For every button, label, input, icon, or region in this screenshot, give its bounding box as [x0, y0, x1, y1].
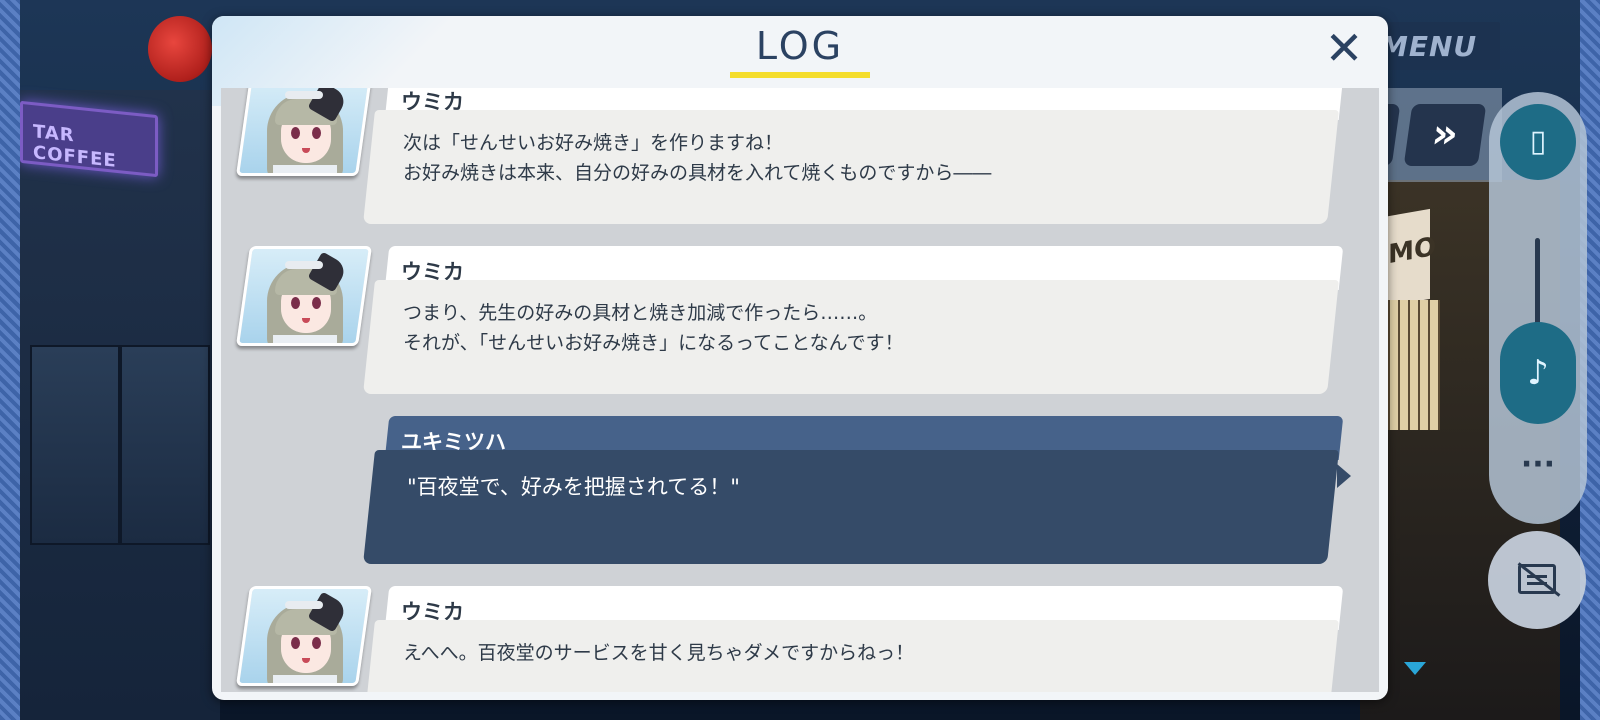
log-entry: ウミカ えへへ。百夜堂のサービスを甘く見ちゃダメですからねっ！ — [221, 586, 1379, 692]
choice-pointer-icon — [1337, 464, 1351, 488]
background-lantern — [148, 16, 212, 82]
close-x-icon: ✕ — [1324, 21, 1364, 75]
triangle-down-icon — [1404, 662, 1426, 675]
fast-forward-button[interactable]: » — [1403, 104, 1487, 166]
more-dots-icon: ··· — [1520, 447, 1556, 482]
speaker-avatar — [235, 246, 373, 346]
background-window — [30, 345, 120, 545]
log-entry: ウミカ 次は「せんせいお好み焼き」を作りますね！ お好み焼きは本来、自分の好みの… — [221, 88, 1379, 236]
music-button[interactable]: ♪ — [1500, 322, 1576, 424]
menu-label: MENU — [1380, 30, 1478, 63]
message-box — [363, 450, 1339, 564]
log-scroll-area[interactable]: ウミカ 次は「せんせいお好み焼き」を作りますね！ お好み焼きは本来、自分の好みの… — [221, 88, 1379, 692]
message-text: 次は「せんせいお好み焼き」を作りますね！ お好み焼きは本来、自分の好みの具材を入… — [403, 132, 992, 184]
music-note-icon: ♪ — [1527, 353, 1549, 393]
message-text: えへへ。百夜堂のサービスを甘く見ちゃダメですからねっ！ — [403, 642, 915, 664]
background-lattice — [1380, 300, 1440, 430]
more-button[interactable]: ··· — [1510, 450, 1566, 491]
log-title: LOG — [755, 24, 845, 68]
hide-textbox-button[interactable] — [1488, 531, 1586, 629]
vibration-icon: ▯ — [1529, 124, 1547, 159]
double-chevron-right-icon: » — [1428, 111, 1462, 157]
log-entry-player: ユキミツハ "百夜堂で、好みを把握されてる！" — [221, 416, 1379, 576]
left-edge-stripe — [0, 0, 20, 720]
neon-sign-text: TAR COFFEE — [33, 121, 117, 172]
character-portrait — [267, 251, 349, 346]
character-portrait — [267, 591, 349, 686]
background-building-left — [20, 90, 220, 720]
close-button[interactable]: ✕ — [1320, 24, 1368, 72]
log-entry: ウミカ つまり、先生の好みの具材と焼き加減で作ったら……。 それが、「せんせいお… — [221, 246, 1379, 406]
speaker-avatar — [235, 586, 373, 686]
hide-textbox-icon — [1518, 564, 1556, 594]
log-title-underline — [730, 72, 870, 78]
speaker-avatar — [235, 88, 373, 176]
message-text: つまり、先生の好みの具材と焼き加減で作ったら……。 それが、「せんせいお好み焼き… — [403, 302, 904, 354]
vibration-button[interactable]: ▯ — [1500, 104, 1576, 180]
message-text: "百夜堂で、好みを把握されてる！" — [407, 475, 740, 499]
character-portrait — [267, 88, 349, 176]
log-window: LOG ✕ ウミカ 次は「せんせいお好み焼き」を作りますね！ お好み焼きは本来、… — [212, 16, 1388, 700]
background-window — [120, 345, 210, 545]
